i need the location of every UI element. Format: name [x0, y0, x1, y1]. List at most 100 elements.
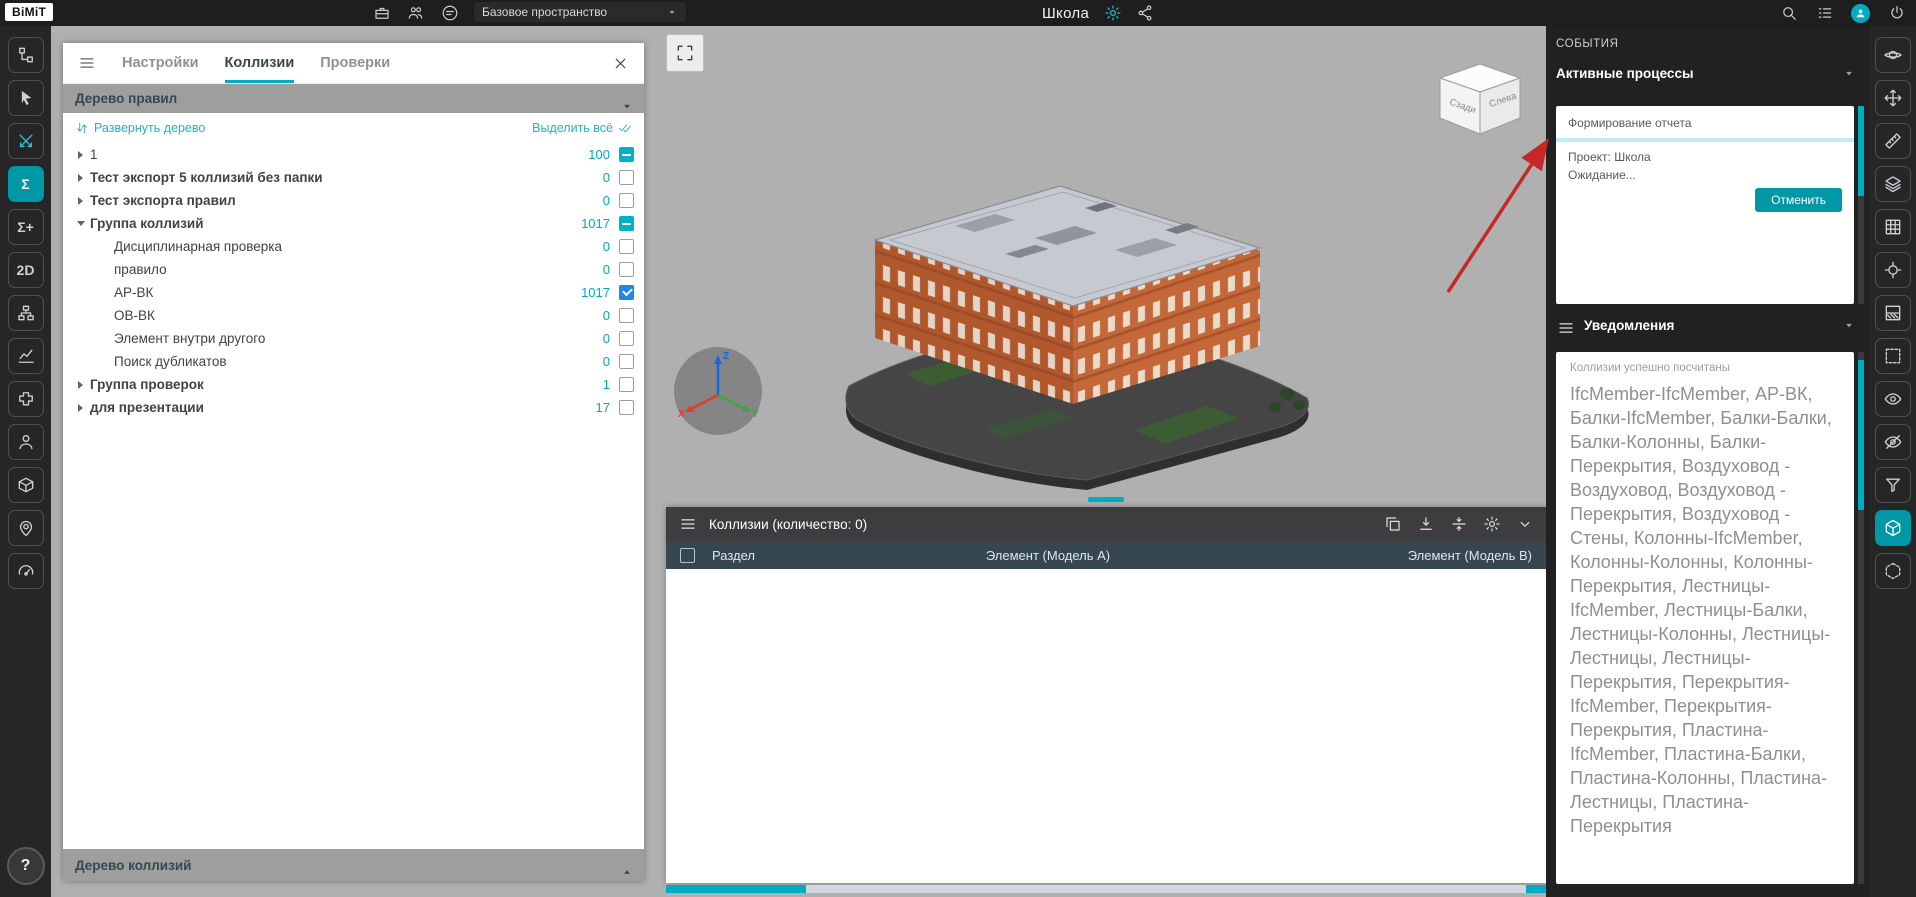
menu-list-icon[interactable]	[1815, 4, 1834, 23]
tree-item-checkbox[interactable]	[619, 170, 634, 185]
pan-icon[interactable]	[1875, 80, 1911, 116]
tree-row[interactable]: Группа проверок1	[63, 373, 644, 396]
cancel-process-button[interactable]: Отменить	[1755, 188, 1842, 212]
select-cursor-icon[interactable]	[8, 80, 44, 116]
table-settings-icon[interactable]	[1482, 515, 1501, 534]
tree-item-checkbox[interactable]	[619, 239, 634, 254]
isolate-cube-icon[interactable]	[1875, 510, 1911, 546]
user-avatar[interactable]	[1851, 4, 1870, 23]
focus-viewport-button[interactable]	[666, 34, 704, 72]
fit-rows-icon[interactable]	[1449, 515, 1468, 534]
tree-item-checkbox[interactable]	[619, 193, 634, 208]
tree-row[interactable]: Поиск дубликатов0	[63, 350, 644, 373]
ghost-cube-icon[interactable]	[1875, 553, 1911, 589]
tree-expand-icon[interactable]	[73, 381, 88, 389]
close-panel-icon[interactable]	[611, 54, 630, 73]
tree-item-checkbox[interactable]	[619, 331, 634, 346]
team-icon[interactable]	[406, 4, 425, 23]
tree-item-checkbox[interactable]	[619, 147, 634, 162]
tab-checks[interactable]: Проверки	[320, 43, 390, 83]
settings-gear-icon[interactable]	[1103, 4, 1122, 23]
tab-settings[interactable]: Настройки	[122, 43, 199, 83]
tree-expand-icon[interactable]	[73, 151, 88, 159]
select-all-link[interactable]: Выделить всё	[532, 121, 632, 135]
tree-row[interactable]: АР-ВК1017	[63, 281, 644, 304]
tree-row[interactable]: для презентации17	[63, 396, 644, 419]
orbit-icon[interactable]	[1875, 37, 1911, 73]
tree-row[interactable]: Элемент внутри другого0	[63, 327, 644, 350]
tree-row[interactable]: правило0	[63, 258, 644, 281]
tab-collisions[interactable]: Коллизии	[225, 43, 295, 83]
filter-icon[interactable]	[1875, 467, 1911, 503]
search-icon[interactable]	[1779, 4, 1798, 23]
collisions-table-body[interactable]	[666, 569, 1546, 883]
tree-item-checkbox[interactable]	[619, 262, 634, 277]
charts-icon[interactable]	[8, 338, 44, 374]
expand-tree-link[interactable]: Развернуть дерево	[75, 121, 205, 135]
tree-row[interactable]: Группа коллизий1017	[63, 212, 644, 235]
plugins-icon[interactable]	[8, 381, 44, 417]
workspace-icon[interactable]	[440, 4, 459, 23]
model-tree-icon[interactable]	[8, 37, 44, 73]
section-box-icon[interactable]	[1875, 295, 1911, 331]
show-eye-icon[interactable]	[1875, 381, 1911, 417]
tree-expand-icon[interactable]	[73, 221, 88, 226]
tree-item-checkbox[interactable]	[619, 308, 634, 323]
tree-row[interactable]: Тест экспорт 5 коллизий без папки0	[63, 166, 644, 189]
tree-item-checkbox[interactable]	[619, 285, 634, 300]
measure-icon[interactable]	[1875, 123, 1911, 159]
selection-box-icon[interactable]	[1875, 338, 1911, 374]
tree-item-checkbox[interactable]	[619, 377, 634, 392]
layers-icon[interactable]	[1875, 166, 1911, 202]
collision-tree-footer[interactable]: Дерево коллизий	[63, 849, 644, 881]
drawings-2d-icon[interactable]: 2D	[8, 252, 44, 288]
tree-row[interactable]: ОВ-ВК0	[63, 304, 644, 327]
users-icon[interactable]	[8, 424, 44, 460]
tree-expand-icon[interactable]	[73, 197, 88, 205]
clash-detection-icon[interactable]	[8, 123, 44, 159]
scrollbar-thumb[interactable]	[1526, 885, 1546, 893]
tree-item-checkbox[interactable]	[619, 216, 634, 231]
tree-expand-icon[interactable]	[73, 174, 88, 182]
duplicate-icon[interactable]	[1383, 515, 1402, 534]
notifications-menu-icon[interactable]	[1556, 318, 1575, 337]
collisions-menu-icon[interactable]	[678, 515, 697, 534]
structure-icon[interactable]	[8, 295, 44, 331]
tree-item-checkbox[interactable]	[619, 354, 634, 369]
horizontal-scrollbar[interactable]	[666, 885, 1546, 893]
axis-gizmo[interactable]: Z X Y	[672, 345, 764, 437]
navigation-cube[interactable]: Сзади Слева	[1432, 58, 1528, 142]
power-icon[interactable]	[1887, 4, 1906, 23]
notifications-scrollbar[interactable]	[1858, 352, 1864, 884]
help-icon[interactable]: ?	[7, 847, 45, 885]
tree-row[interactable]: Дисциплинарная проверка0	[63, 235, 644, 258]
focus-target-icon[interactable]	[1875, 252, 1911, 288]
tree-item-checkbox[interactable]	[619, 400, 634, 415]
collapse-notifications-icon[interactable]	[1842, 318, 1856, 332]
tree-expand-icon[interactable]	[73, 404, 88, 412]
column-header[interactable]: Раздел	[712, 548, 882, 563]
processes-scrollbar[interactable]	[1858, 106, 1864, 304]
select-all-rows-checkbox[interactable]	[680, 548, 695, 563]
import-icon[interactable]	[1416, 515, 1435, 534]
tree-row[interactable]: Тест экспорта правил0	[63, 189, 644, 212]
scrollbar-thumb[interactable]	[666, 885, 806, 893]
user-location-icon[interactable]	[8, 510, 44, 546]
rules-add-icon[interactable]: Σ+	[8, 209, 44, 245]
dashboard-icon[interactable]	[8, 553, 44, 589]
notifications-title[interactable]: Уведомления	[1584, 318, 1674, 333]
collapse-processes-icon[interactable]	[1842, 66, 1856, 80]
column-header[interactable]: Элемент (Модель А)	[882, 548, 1214, 563]
column-header[interactable]: Элемент (Модель В)	[1214, 548, 1546, 563]
active-processes-title[interactable]: Активные процессы	[1556, 66, 1693, 81]
rules-tree-section-header[interactable]: Дерево правил	[63, 84, 644, 113]
workspace-selector[interactable]: Базовое пространство	[474, 2, 686, 22]
collapse-panel-icon[interactable]	[1515, 515, 1534, 534]
panel-menu-icon[interactable]	[77, 54, 96, 73]
rules-sum-icon[interactable]: Σ	[8, 166, 44, 202]
export-model-icon[interactable]	[8, 467, 44, 503]
briefcase-icon[interactable]	[372, 4, 391, 23]
panel-resize-handle[interactable]	[1088, 497, 1124, 502]
tree-row[interactable]: 1100	[63, 143, 644, 166]
share-icon[interactable]	[1135, 4, 1154, 23]
